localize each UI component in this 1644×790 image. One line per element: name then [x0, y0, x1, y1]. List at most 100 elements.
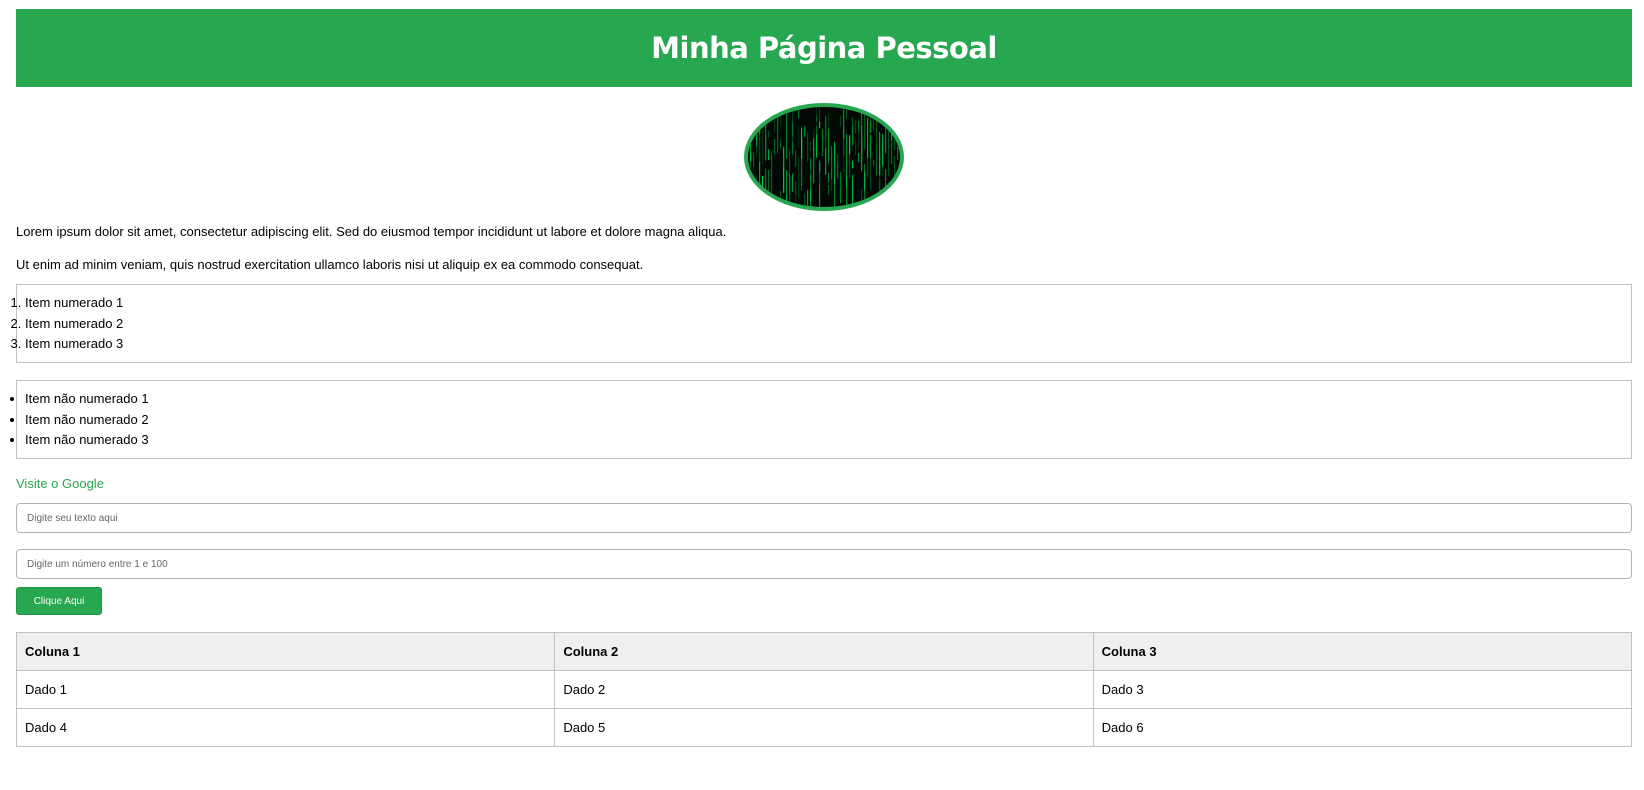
matrix-code-stroke [765, 115, 767, 161]
matrix-code-stroke [786, 196, 788, 207]
matrix-code-stroke [840, 115, 842, 127]
matrix-code-stroke [771, 151, 773, 160]
matrix-code-stroke [786, 113, 788, 159]
matrix-code-stroke [882, 190, 884, 205]
matrix-code-stroke [810, 141, 812, 152]
matrix-code-stroke [798, 109, 800, 118]
matrix-code-stroke [756, 127, 758, 156]
matrix-code-stroke [759, 111, 761, 134]
ordered-list-item: Item numerado 2 [25, 314, 1631, 335]
matrix-code-stroke [897, 109, 899, 124]
matrix-code-stroke [888, 108, 890, 147]
matrix-code-stroke [858, 121, 860, 132]
matrix-code-stroke [819, 160, 821, 173]
matrix-code-stroke [777, 107, 779, 145]
matrix-code-stroke [873, 160, 875, 167]
matrix-code-stroke [876, 113, 878, 136]
matrix-code-stroke [891, 192, 893, 207]
ordered-list-item: Item numerado 1 [25, 293, 1631, 314]
matrix-code-stroke [807, 189, 809, 207]
matrix-code-stroke [864, 164, 866, 207]
matrix-code-stroke [750, 143, 752, 162]
unordered-list: Item não numerado 1 Item não numerado 2 … [17, 389, 1631, 451]
matrix-code-stroke [777, 143, 779, 154]
matrix-code-stroke [807, 131, 809, 162]
matrix-code-stroke [858, 116, 860, 150]
matrix-code-stroke [888, 181, 890, 207]
table-header-cell: Coluna 1 [15, 632, 556, 671]
matrix-code-stroke [849, 135, 851, 155]
matrix-code-stroke [894, 129, 896, 151]
ordered-list-box: Item numerado 1 Item numerado 2 Item num… [16, 284, 1632, 363]
table-cell: Dado 2 [554, 670, 1094, 709]
matrix-code-stroke [765, 168, 767, 205]
matrix-code-stroke [786, 170, 788, 207]
matrix-code-stroke [753, 157, 755, 183]
table-row: Dado 4 Dado 5 Dado 6 [15, 708, 1633, 747]
matrix-code-stroke [789, 149, 791, 195]
matrix-code-stroke [885, 178, 887, 202]
matrix-code-image [744, 103, 904, 211]
matrix-code-stroke [846, 133, 848, 172]
matrix-code-stroke [819, 108, 821, 128]
matrix-code-stroke [834, 178, 836, 207]
table-cell: Dado 3 [1092, 670, 1633, 709]
table-cell: Dado 4 [15, 708, 556, 747]
google-link[interactable]: Visite o Google [16, 476, 104, 491]
matrix-code-stroke [774, 139, 776, 155]
matrix-code-stroke [774, 119, 776, 132]
ordered-list-item: Item numerado 3 [25, 334, 1631, 355]
matrix-code-stroke [816, 107, 818, 139]
matrix-code-stroke [828, 184, 830, 196]
matrix-code-stroke [885, 115, 887, 154]
matrix-code-stroke [822, 130, 824, 156]
matrix-code-graphic [750, 107, 899, 207]
matrix-code-stroke [825, 116, 827, 139]
matrix-code-stroke [783, 148, 785, 193]
matrix-code-stroke [861, 112, 863, 124]
matrix-code-stroke [861, 138, 863, 172]
matrix-code-stroke [768, 181, 770, 195]
unordered-list-item: Item não numerado 2 [25, 410, 1631, 431]
matrix-code-stroke [756, 194, 758, 206]
matrix-code-stroke [816, 134, 818, 158]
matrix-code-stroke [879, 131, 881, 176]
matrix-code-stroke [804, 193, 806, 207]
matrix-code-stroke [813, 150, 815, 169]
matrix-code-stroke [864, 112, 866, 150]
matrix-code-stroke [840, 172, 842, 204]
matrix-code-stroke [780, 190, 782, 207]
matrix-code-stroke [759, 192, 761, 207]
matrix-code-stroke [861, 188, 863, 207]
table-header-cell: Coluna 2 [554, 632, 1094, 671]
number-input[interactable] [16, 549, 1632, 579]
matrix-code-stroke [771, 155, 773, 195]
matrix-code-stroke [873, 117, 875, 131]
matrix-code-stroke [888, 191, 890, 207]
matrix-code-stroke [846, 187, 848, 203]
matrix-code-stroke [846, 108, 848, 120]
matrix-code-stroke [843, 109, 845, 139]
table-cell: Dado 1 [15, 670, 556, 709]
matrix-code-stroke [852, 160, 854, 169]
matrix-code-stroke [762, 175, 764, 207]
unordered-list-item: Item não numerado 1 [25, 389, 1631, 410]
matrix-code-stroke [882, 133, 884, 166]
click-here-button[interactable]: Clique Aqui [16, 587, 102, 615]
paragraph-1: Lorem ipsum dolor sit amet, consectetur … [16, 224, 727, 239]
matrix-code-stroke [810, 190, 812, 207]
matrix-code-stroke [825, 139, 827, 175]
table-row: Dado 1 Dado 2 Dado 3 [15, 670, 1633, 709]
matrix-code-stroke [756, 176, 758, 197]
matrix-code-stroke [891, 132, 893, 141]
data-table: Coluna 1 Coluna 2 Coluna 3 Dado 1 Dado 2… [15, 632, 1633, 747]
ordered-list: Item numerado 1 Item numerado 2 Item num… [17, 293, 1631, 355]
matrix-code-stroke [762, 128, 764, 165]
matrix-code-stroke [780, 139, 782, 149]
matrix-code-stroke [804, 125, 806, 138]
matrix-code-stroke [834, 163, 836, 174]
matrix-code-stroke [792, 142, 794, 156]
text-input[interactable] [16, 503, 1632, 533]
matrix-code-stroke [855, 139, 857, 156]
matrix-code-stroke [831, 145, 833, 180]
